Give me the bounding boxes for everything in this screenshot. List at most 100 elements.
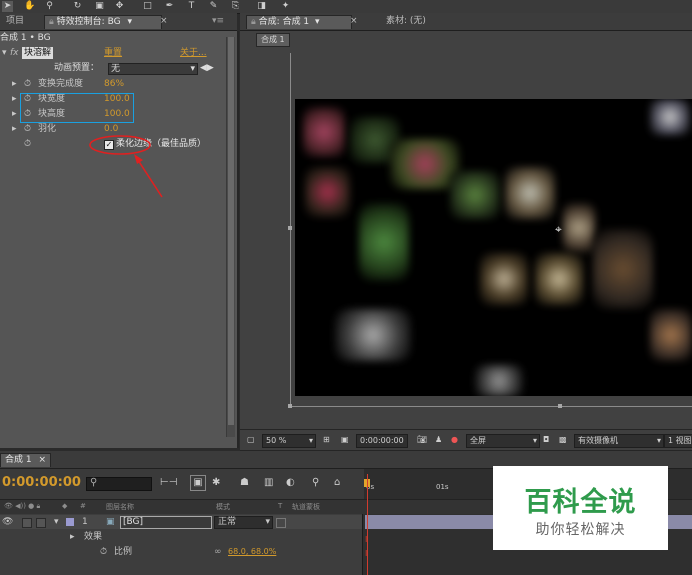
preset-dropdown[interactable]: 无 ▾	[108, 63, 198, 75]
eye-icon[interactable]: 👁︎	[2, 515, 13, 529]
live-update-icon[interactable]: ▣	[190, 475, 206, 491]
preserve-transparency-checkbox[interactable]	[276, 518, 286, 528]
camera-dropdown[interactable]: 有效摄像机 ▾	[574, 434, 664, 448]
region-of-interest-icon[interactable]: ◘	[540, 434, 552, 446]
comp-canvas[interactable]: ⌖	[295, 99, 692, 396]
dissolve-block	[593, 229, 653, 309]
panel-menu-icon[interactable]: ▾≡	[208, 15, 228, 28]
chevron-down-icon: ▾	[265, 517, 270, 527]
draft-3d-icon[interactable]: ✱	[212, 477, 220, 488]
constrain-proportions-icon[interactable]: ∞	[214, 545, 222, 559]
layer-handle[interactable]	[558, 404, 562, 408]
expand-right-icon[interactable]: ▸	[12, 77, 17, 91]
tab-close-icon[interactable]: ×	[346, 15, 362, 28]
scale-property-row[interactable]: ⏱ 比例 ∞ 68.0, 68.0%	[0, 545, 362, 559]
puppet-tool-icon[interactable]: ✦	[280, 1, 291, 12]
tools-toolbar: ➤ ✋ ⚲ ↻ ▣ ✥ □ ✒ T ✎ ⎘ ◨ ✦	[0, 0, 692, 14]
label-color-swatch[interactable]	[66, 518, 74, 526]
layer-handle[interactable]	[288, 404, 292, 408]
mask-visibility-icon[interactable]: ▣	[338, 434, 352, 446]
views-dropdown[interactable]: 1 视图	[664, 434, 692, 448]
chevron-down-icon: ▾	[532, 436, 537, 445]
expand-triangle-icon[interactable]: ▾	[2, 46, 7, 60]
preset-label: 动画预置：	[54, 63, 100, 73]
watermark-logo: 百科全说 助你轻松解决	[493, 466, 668, 550]
timeline-timecode[interactable]: 0:00:00:00	[2, 475, 81, 490]
timeline-search-input[interactable]: ⚲	[86, 477, 152, 491]
text-tool-icon[interactable]: T	[186, 1, 197, 12]
layer-handle[interactable]	[288, 226, 292, 230]
camera-tool-icon[interactable]: ▣	[94, 1, 105, 12]
always-preview-icon[interactable]: ▢	[244, 434, 258, 446]
frame-blending-icon[interactable]: ▥	[264, 477, 273, 488]
brush-tool-icon[interactable]: ✎	[208, 1, 219, 12]
transparency-grid-icon[interactable]: ▩	[556, 434, 570, 446]
about-link[interactable]: 关于...	[180, 46, 207, 60]
magnification-dropdown[interactable]: 50 % ▾	[262, 434, 316, 448]
expand-triangle-icon[interactable]: ▾	[54, 515, 59, 529]
stopwatch-icon[interactable]: ⏱	[24, 137, 31, 151]
dissolve-block	[335, 309, 411, 361]
layer-row[interactable]: 👁︎ ▾ 1 ▣ [BG] 正常 ▾	[0, 515, 362, 529]
composition-viewer[interactable]: 合成 1 ⌖	[240, 31, 692, 429]
expand-right-icon[interactable]: ▸	[12, 107, 17, 121]
pen-tool-icon[interactable]: ✒	[164, 1, 175, 12]
shy-layers-icon[interactable]: ☗	[240, 477, 249, 488]
chevron-down-icon: ▾	[190, 64, 195, 74]
tab-footage[interactable]: 素材: (无)	[382, 15, 430, 28]
viewer-timecode[interactable]: 0:00:00:00	[356, 434, 408, 448]
motion-blur-icon[interactable]: ◐	[286, 477, 295, 488]
source-name-header[interactable]: 图层名称	[106, 502, 134, 512]
pan-behind-icon[interactable]: ✥	[114, 1, 125, 12]
eraser-tool-icon[interactable]: ◨	[256, 1, 267, 12]
tab-close-icon[interactable]: ×	[38, 455, 46, 465]
scrollbar-thumb[interactable]	[228, 37, 234, 425]
comp-mini-flowchart-icon[interactable]: ⊢⊣	[160, 477, 177, 488]
prop-value[interactable]: 86%	[104, 77, 124, 91]
tab-effect-controls[interactable]: 🔒︎ 特效控制台: BG ▾	[44, 15, 162, 29]
stopwatch-icon[interactable]: ⏱	[100, 545, 107, 559]
selection-tool-icon[interactable]: ➤	[2, 1, 13, 12]
graph-editor-icon[interactable]: ⚲	[312, 477, 319, 488]
tab-dropdown-icon[interactable]: ▾	[127, 17, 132, 27]
anchor-point-icon[interactable]: ⌖	[555, 222, 562, 237]
clone-tool-icon[interactable]: ⎘	[230, 1, 241, 12]
tab-timeline-comp[interactable]: 合成 1 ×	[0, 453, 52, 467]
zoom-tool-icon[interactable]: ⚲	[44, 1, 55, 12]
effect-name[interactable]: 块溶解	[22, 47, 54, 59]
stopwatch-icon[interactable]: ⏱	[24, 77, 31, 91]
watermark-title: 百科全说	[524, 487, 637, 518]
tab-close-icon[interactable]: ×	[156, 15, 172, 28]
audio-toggle[interactable]	[22, 518, 32, 528]
effects-group-row[interactable]: ▸ 效果	[0, 530, 362, 544]
blend-mode-dropdown[interactable]: 正常 ▾	[214, 516, 273, 529]
expand-right-icon[interactable]: ▸	[12, 92, 17, 106]
effect-header-row[interactable]: ▾ fx 块溶解 重置 关于...	[0, 46, 225, 60]
current-time-indicator[interactable]	[367, 474, 368, 575]
expand-right-icon[interactable]: ▸	[12, 122, 17, 136]
hand-tool-icon[interactable]: ✋	[24, 1, 35, 12]
effect-panel-scrollbar[interactable]	[226, 37, 235, 437]
tab-composition[interactable]: 🔒︎ 合成: 合成 1 ▾	[246, 15, 352, 29]
resolution-dropdown[interactable]: 全屏 ▾	[466, 434, 540, 448]
brainstorm-icon[interactable]: ⌂	[334, 477, 340, 488]
scale-value[interactable]: 68.0, 68.0%	[228, 545, 276, 559]
layer-name[interactable]: [BG]	[120, 516, 212, 529]
grid-guides-icon[interactable]: ⊞	[320, 434, 333, 446]
tab-dropdown-icon[interactable]: ▾	[315, 17, 320, 27]
comp-name-chip[interactable]: 合成 1	[256, 33, 290, 47]
fx-badge[interactable]: fx	[10, 46, 19, 60]
mask-tool-icon[interactable]: □	[142, 1, 153, 12]
snapshot-camera-icon[interactable]: 📷︎	[414, 434, 430, 446]
rotate-tool-icon[interactable]: ↻	[72, 1, 83, 12]
prop-row-transition[interactable]: ▸ ⏱ 变换完成度 86%	[0, 77, 225, 91]
channel-rgb-icon[interactable]: ●	[448, 434, 461, 446]
solo-toggle[interactable]	[36, 518, 46, 528]
expand-right-icon[interactable]: ▸	[70, 530, 75, 544]
stopwatch-icon[interactable]: ⏱	[24, 122, 31, 136]
reset-link[interactable]: 重置	[104, 46, 122, 60]
tab-project[interactable]: 项目	[2, 15, 28, 28]
preset-prev-next-icon[interactable]: ◀▶	[200, 61, 214, 75]
prop-label: 羽化	[38, 124, 57, 134]
show-snapshot-icon[interactable]: ♟	[432, 434, 445, 446]
